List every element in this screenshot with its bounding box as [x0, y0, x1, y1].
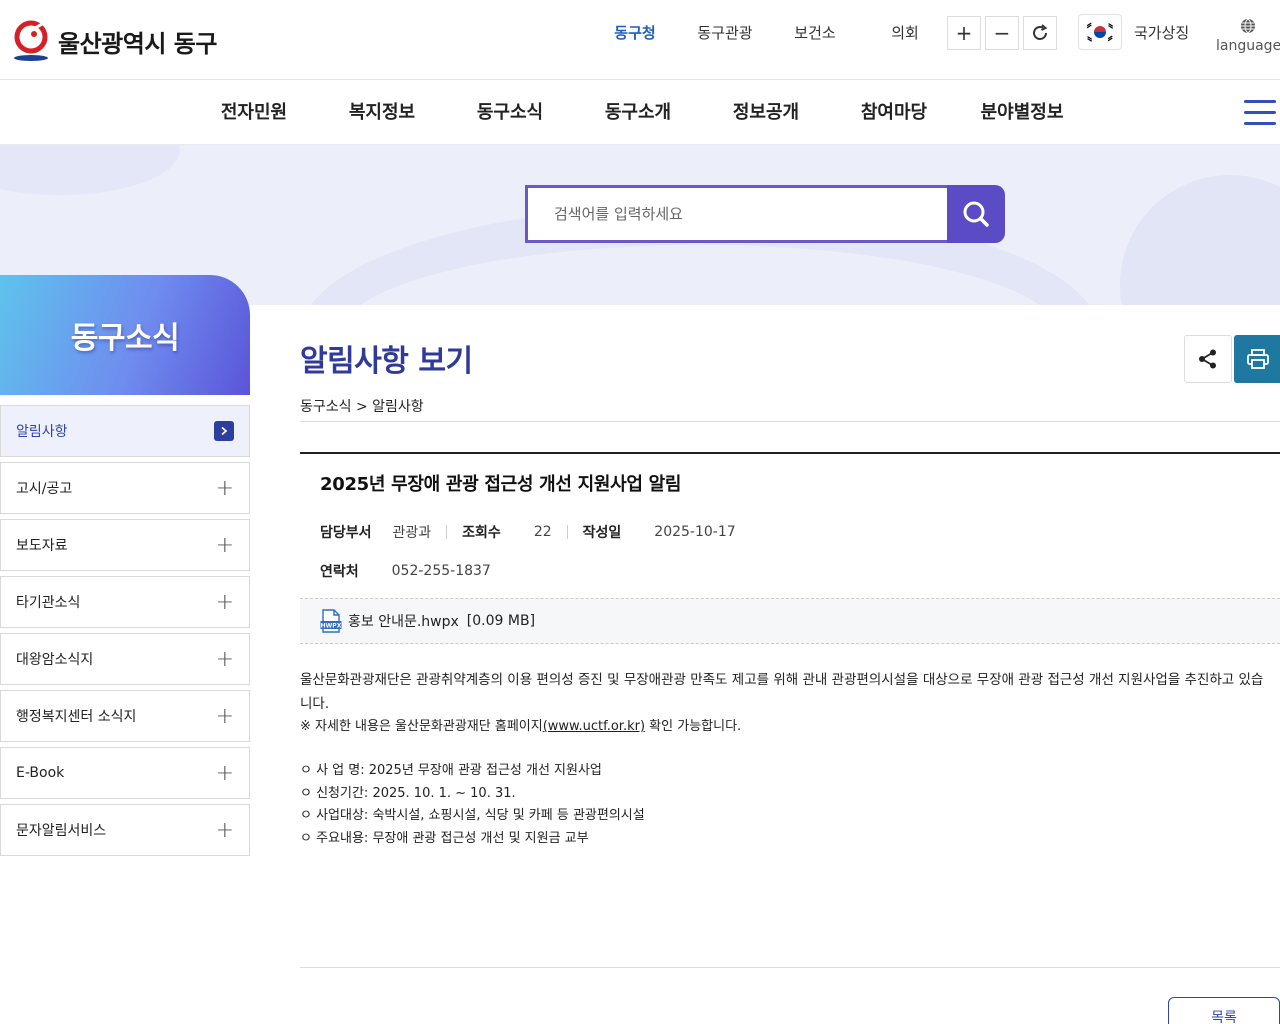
main-navigation: 전자민원 복지정보 동구소식 동구소개 정보공개 참여마당 분야별정보	[0, 81, 1280, 145]
contact-value: 052-255-1837	[391, 563, 491, 579]
dept-value: 관광과	[392, 525, 432, 541]
gnb-item-news[interactable]: 동구소식	[446, 81, 574, 145]
article-bullet: ㅇ 사 업 명: 2025년 무장애 관광 접근성 개선 지원사업	[300, 763, 602, 778]
article-bullet: ㅇ 주요내용: 무장애 관광 접근성 개선 및 지원금 교부	[300, 830, 589, 846]
search-icon	[963, 201, 989, 227]
plus-icon: +	[215, 760, 234, 786]
lnb-item-label: 알림사항	[16, 424, 68, 440]
article-note: ※ 자세한 내용은 울산문화관광재단 홈페이지(www.uctf.or.kr) …	[300, 719, 742, 734]
national-symbol-label[interactable]: 국가상징	[1134, 22, 1189, 43]
article-title: 2025년 무장애 관광 접근성 개선 지원사업 알림	[320, 474, 682, 495]
plus-icon: +	[215, 703, 234, 729]
article-body: 울산문화관광재단은 관광취약계층의 이용 편의성 증진 및 무장애관광 만족도 …	[300, 668, 1270, 850]
article-top-border	[300, 452, 1280, 454]
lnb-item-label: 행정복지센터 소식지	[16, 709, 137, 725]
lnb-item-press-releases[interactable]: 보도자료 +	[0, 519, 250, 571]
svg-text:HWPX: HWPX	[321, 623, 342, 630]
breadcrumb: 동구소식 > 알림사항	[300, 399, 424, 415]
views-value: 22	[533, 524, 552, 540]
globe-icon	[1241, 18, 1255, 34]
lnb-item-other-agencies[interactable]: 타기관소식 +	[0, 576, 250, 628]
date-value: 2025-10-17	[654, 524, 736, 540]
lnb-item-center-newsletter[interactable]: 행정복지센터 소식지 +	[0, 690, 250, 742]
lnb-item-label: 문자알림서비스	[16, 823, 107, 839]
dept-label: 담당부서	[320, 525, 372, 541]
lnb-item-ebook[interactable]: E-Book +	[0, 747, 250, 799]
article-intro: 울산문화관광재단은 관광취약계층의 이용 편의성 증진 및 무장애관광 만족도 …	[300, 672, 1264, 712]
print-button[interactable]	[1234, 335, 1280, 383]
attachment-link[interactable]: 홍보 안내문.hwpx	[348, 611, 459, 631]
gnb-item-civil-service[interactable]: 전자민원	[190, 81, 318, 145]
article-bullet: ㅇ 사업대상: 숙박시설, 쇼핑시설, 식당 및 카페 등 관광편의시설	[300, 808, 645, 823]
article-bullet: ㅇ 신청기간: 2025. 10. 1. ~ 10. 31.	[300, 785, 516, 801]
plus-icon: +	[215, 817, 234, 843]
zoom-in-button[interactable]: +	[947, 16, 981, 50]
language-label: language	[1216, 38, 1280, 54]
share-button[interactable]	[1184, 335, 1232, 383]
site-link-tourism[interactable]: 동구관광	[680, 22, 770, 43]
lnb-item-newsletter[interactable]: 대왕암소식지 +	[0, 633, 250, 685]
menu-hamburger-icon[interactable]	[1244, 100, 1276, 126]
site-link-donggu-office[interactable]: 동구청	[590, 22, 680, 43]
zoom-out-button[interactable]: −	[985, 16, 1019, 50]
site-link-health-center[interactable]: 보건소	[770, 22, 860, 43]
search-input[interactable]	[525, 185, 947, 243]
site-logo[interactable]: 울산광역시 동구	[12, 20, 217, 62]
lnb-item-label: 보도자료	[16, 538, 68, 554]
chevron-right-icon	[214, 421, 234, 441]
attachment-row: HWPX 홍보 안내문.hwpx [0.09 MB]	[300, 598, 1280, 644]
divider	[300, 421, 1280, 422]
lnb-item-notices[interactable]: 알림사항	[0, 405, 250, 457]
logo-emblem-icon	[14, 20, 48, 61]
search-button[interactable]	[947, 185, 1005, 243]
list-button[interactable]: 목록	[1168, 997, 1280, 1024]
language-button[interactable]: language	[1216, 18, 1280, 54]
share-icon	[1199, 349, 1216, 369]
plus-icon: +	[215, 589, 234, 615]
plus-icon: +	[215, 646, 234, 672]
site-link-council[interactable]: 의회	[860, 22, 950, 43]
hwp-file-icon: HWPX	[320, 609, 342, 633]
article-meta-row: 담당부서 관광과 조회수 22 작성일 2025-10-17	[320, 522, 736, 542]
homepage-link[interactable]: (www.uctf.or.kr)	[543, 719, 645, 734]
date-label: 작성일	[582, 525, 622, 541]
lnb-item-label: E-Book	[16, 765, 65, 781]
printer-icon	[1247, 349, 1269, 369]
top-utility-bar: 울산광역시 동구 동구청 동구관광 보건소 의회 + − 국가상징 langua…	[0, 0, 1280, 80]
zoom-reset-button[interactable]	[1023, 16, 1057, 50]
article-contact-row: 연락처 052-255-1837	[320, 561, 491, 581]
taegukgi-flag-icon	[1085, 21, 1115, 43]
plus-icon: +	[215, 475, 234, 501]
gnb-item-field-info[interactable]: 분야별정보	[958, 81, 1086, 145]
lnb-item-announcements[interactable]: 고시/공고 +	[0, 462, 250, 514]
plus-icon: +	[215, 532, 234, 558]
site-search	[525, 185, 1005, 243]
lnb-item-label: 대왕암소식지	[16, 652, 94, 668]
gnb-item-participation[interactable]: 참여마당	[830, 81, 958, 145]
lnb-title-banner: 동구소식	[0, 275, 250, 395]
national-symbol-button[interactable]	[1078, 14, 1122, 50]
page-title: 알림사항 보기	[300, 344, 473, 379]
gnb-item-information[interactable]: 정보공개	[702, 81, 830, 145]
lnb-title: 동구소식	[70, 321, 180, 356]
article-bottom-border	[300, 967, 1280, 968]
gnb-item-welfare[interactable]: 복지정보	[318, 81, 446, 145]
lnb-menu: 알림사항 고시/공고 + 보도자료 + 타기관소식 + 대왕암소식지 + 행정복…	[0, 405, 250, 861]
lnb-item-sms-service[interactable]: 문자알림서비스 +	[0, 804, 250, 856]
refresh-icon	[1033, 24, 1048, 40]
family-site-links: 동구청 동구관광 보건소 의회	[590, 22, 950, 43]
lnb-item-label: 고시/공고	[16, 481, 73, 497]
logo-text: 울산광역시 동구	[58, 29, 217, 58]
gnb-item-about[interactable]: 동구소개	[574, 81, 702, 145]
zoom-controls: + −	[947, 16, 1057, 50]
attachment-size: [0.09 MB]	[466, 613, 536, 629]
views-label: 조회수	[462, 525, 501, 541]
contact-label: 연락처	[320, 564, 359, 580]
lnb-item-label: 타기관소식	[16, 595, 81, 611]
